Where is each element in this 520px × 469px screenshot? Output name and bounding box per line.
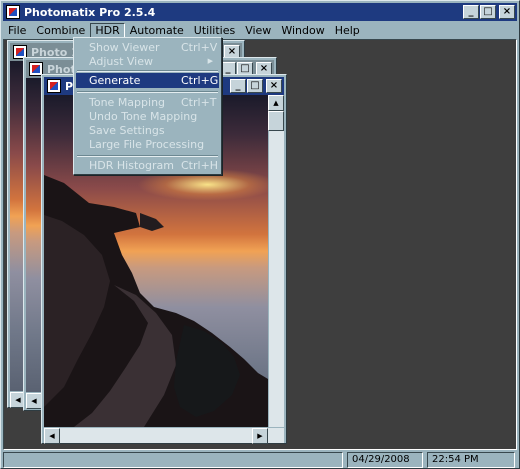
menu-item-label: Tone Mapping [89,96,166,109]
child-icon [47,79,61,93]
maximize-button[interactable]: □ [247,79,263,93]
app-icon[interactable] [6,5,20,19]
maximize-button[interactable]: □ [480,5,496,19]
menu-item-adjust-view[interactable]: Adjust View ▶ [76,54,219,69]
menu-item-shortcut: Ctrl+G [181,74,219,87]
menu-item-label: Show Viewer [89,41,160,54]
menu-separator [77,155,218,157]
scroll-left-button[interactable]: ◀ [26,393,42,409]
menu-help[interactable]: Help [330,23,365,39]
menu-item-shortcut: Ctrl+V [181,41,218,54]
app-caption-buttons: _ □ × [462,5,515,19]
status-message-panel [3,452,343,468]
submenu-arrow-icon: ▶ [207,57,213,65]
scroll-up-button[interactable]: ▲ [268,95,284,111]
minimize-button[interactable]: _ [463,5,479,19]
app-titlebar[interactable]: Photomatix Pro 2.5.4 _ □ × [3,3,517,21]
horizontal-scrollbar[interactable]: ◀ ▶ [44,427,284,444]
status-time: 22:54 PM [427,452,515,468]
menu-item-label: Generate [89,74,141,87]
menu-item-label: Save Settings [89,124,165,137]
menu-item-shortcut: Ctrl+T [181,96,217,109]
menu-item-label: Undo Tone Mapping [89,110,198,123]
menu-separator [77,91,218,93]
app-title: Photomatix Pro 2.5.4 [24,5,156,19]
menu-item-tone-mapping[interactable]: Tone Mapping Ctrl+T [76,95,219,110]
minimize-button[interactable]: _ [230,79,246,93]
child-caption-buttons: _ □ × [229,79,282,93]
close-button[interactable]: × [499,5,515,19]
menu-item-hdr-histogram[interactable]: HDR Histogram Ctrl+H [76,158,219,173]
status-date: 04/29/2008 [347,452,423,468]
main-window: Photomatix Pro 2.5.4 _ □ × File Combine … [0,0,520,469]
status-bar: 04/29/2008 22:54 PM [3,452,517,468]
vertical-scrollbar[interactable]: ▲ [268,95,284,427]
menu-item-large-file-processing[interactable]: Large File Processing [76,137,219,152]
menu-item-show-viewer[interactable]: Show Viewer Ctrl+V [76,40,219,55]
vertical-scroll-thumb[interactable] [268,111,284,131]
menu-file[interactable]: File [3,23,31,39]
menu-window[interactable]: Window [276,23,329,39]
menu-item-label: HDR Histogram [89,159,174,172]
menu-view[interactable]: View [240,23,276,39]
menu-item-label: Large File Processing [89,138,205,151]
hdr-dropdown-menu: Show Viewer Ctrl+V Adjust View ▶ Generat… [73,37,222,175]
scroll-left-button[interactable]: ◀ [44,428,60,444]
scroll-right-button[interactable]: ▶ [252,428,268,444]
menu-item-save-settings[interactable]: Save Settings [76,123,219,138]
menu-item-shortcut: Ctrl+H [181,159,219,172]
menu-item-undo-tone-mapping[interactable]: Undo Tone Mapping [76,109,219,124]
menu-item-label: Adjust View [89,55,153,68]
close-button[interactable]: × [266,79,282,93]
menu-item-generate[interactable]: Generate Ctrl+G [76,73,219,88]
menu-separator [77,70,218,72]
